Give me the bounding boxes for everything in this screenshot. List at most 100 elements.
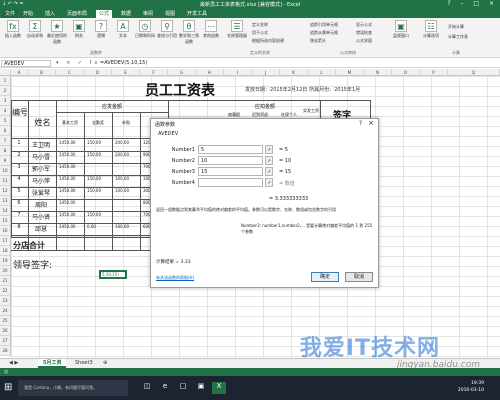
column-header[interactable]: N <box>364 69 392 76</box>
watch-window-button[interactable]: ▣ 监视窗口 <box>390 20 412 39</box>
autosum-button[interactable]: Σ 自动求和 <box>24 20 46 39</box>
tab-insert[interactable]: 插入 <box>42 10 58 18</box>
row-header[interactable]: 16 <box>0 226 11 236</box>
row-header[interactable]: 22 <box>0 286 11 296</box>
number4-input[interactable] <box>198 178 263 187</box>
full-attendance-cell[interactable]: 150.00 <box>87 152 111 157</box>
employee-no-cell[interactable]: 2 <box>13 152 25 158</box>
employee-no-cell[interactable]: 6 <box>13 200 25 206</box>
collapse-ref-icon[interactable]: ↗ <box>265 145 273 154</box>
tab-file[interactable]: 文件 <box>2 10 19 18</box>
math-button[interactable]: θ 数学和三角函数 <box>178 20 200 45</box>
row-header[interactable]: 24 <box>0 306 11 316</box>
column-header[interactable]: P <box>420 69 448 76</box>
column-header[interactable]: M <box>336 69 364 76</box>
tab-review[interactable]: 审阅 <box>140 10 156 18</box>
employee-no-cell[interactable]: 4 <box>13 176 25 182</box>
edge-icon[interactable]: e <box>158 382 172 394</box>
help-icon[interactable]: ? <box>359 120 362 127</box>
logical-button[interactable]: ? 逻辑 <box>90 20 112 39</box>
base-salary-cell[interactable]: 1450.00 <box>59 212 83 217</box>
column-header[interactable]: L <box>308 69 336 76</box>
employee-name-cell[interactable]: 郭小军 <box>30 164 52 174</box>
employee-name-cell[interactable]: 王卫明 <box>30 140 52 150</box>
row-header[interactable]: 2 <box>0 86 11 96</box>
column-header[interactable]: A <box>11 69 28 76</box>
full-attendance-cell[interactable]: 150.00 <box>87 212 111 217</box>
base-salary-cell[interactable]: 1450.00 <box>59 188 83 193</box>
row-header[interactable]: 27 <box>0 336 11 346</box>
base-salary-cell[interactable]: 1450.00 <box>59 200 83 205</box>
row-header[interactable]: 1 <box>0 76 11 86</box>
employee-name-cell[interactable]: 马小贤 <box>30 212 52 222</box>
allowance-cell[interactable]: 100.00 <box>115 176 139 181</box>
row-header[interactable]: 28 <box>0 346 11 356</box>
column-header[interactable]: E <box>112 69 140 76</box>
formula-bar-icons[interactable]: ▾ × ✓ fx <box>56 60 100 66</box>
row-header[interactable]: 6 <box>0 126 11 136</box>
row-header[interactable]: 10 <box>0 166 11 176</box>
active-cell[interactable]: 5,10,15) <box>99 270 127 279</box>
number3-input[interactable]: 15 <box>198 167 263 176</box>
row-header[interactable]: 13 <box>0 196 11 206</box>
tab-formulas[interactable]: 公式 <box>96 10 113 18</box>
sheet-tab-sheet3[interactable]: Sheet3 <box>70 359 98 368</box>
column-header[interactable]: K <box>280 69 308 76</box>
row-header[interactable]: 7 <box>0 136 11 146</box>
row-header[interactable]: 26 <box>0 326 11 336</box>
name-manager-button[interactable]: ☰ 名称管理器 <box>226 20 248 39</box>
number2-input[interactable]: 10 <box>198 156 263 165</box>
folder-icon[interactable]: □ <box>176 382 190 394</box>
allowance-cell[interactable]: 200.00 <box>115 140 139 145</box>
column-header[interactable]: F <box>140 69 168 76</box>
column-header[interactable]: Q <box>448 69 500 76</box>
windows-start-icon[interactable]: ⊞ <box>4 382 12 393</box>
insert-function-button[interactable]: fx 插入函数 <box>2 20 24 39</box>
base-salary-cell[interactable]: 1450.00 <box>59 224 83 229</box>
show-formulas-button[interactable]: 显示公式 <box>356 22 372 28</box>
employee-name-cell[interactable]: 邱慧 <box>30 224 52 234</box>
employee-no-cell[interactable]: 5 <box>13 188 25 194</box>
employee-no-cell[interactable]: 8 <box>13 224 25 230</box>
row-header[interactable]: 18 <box>0 246 11 256</box>
collapse-ref-icon[interactable]: ↗ <box>265 178 273 187</box>
help-link[interactable]: 有关该函数的帮助(H) <box>156 275 194 281</box>
sheet-tab-may-salary[interactable]: 5月工资 <box>38 359 67 368</box>
tab-page-layout[interactable]: 页面布局 <box>64 10 90 18</box>
employee-no-cell[interactable]: 3 <box>13 164 25 170</box>
full-attendance-cell[interactable]: 150.00 <box>87 188 111 193</box>
date-time-button[interactable]: ◷ 日期和时间 <box>134 20 156 39</box>
full-attendance-cell[interactable]: 150.00 <box>87 140 111 145</box>
employee-name-cell[interactable]: 张爱琴 <box>30 188 52 198</box>
collapse-ref-icon[interactable]: ↗ <box>265 156 273 165</box>
base-salary-cell[interactable]: 1450.00 <box>59 176 83 181</box>
column-header[interactable]: C <box>56 69 84 76</box>
formula-input[interactable]: =AVEDEV(5,10,15) <box>100 60 495 67</box>
full-attendance-cell[interactable]: 150.00 <box>87 176 111 181</box>
more-functions-button[interactable]: ⋯ 其他函数 <box>200 20 222 39</box>
define-name-button[interactable]: 定义名称 <box>252 22 268 28</box>
quick-access-toolbar[interactable]: ↓ ↶ ↷ = <box>2 1 24 7</box>
employee-no-cell[interactable]: 1 <box>13 140 25 146</box>
row-header[interactable]: 19 <box>0 256 11 266</box>
cancel-button[interactable]: 取消 <box>345 272 373 282</box>
row-header[interactable]: 21 <box>0 276 11 286</box>
column-header[interactable]: G <box>168 69 196 76</box>
row-header[interactable]: 8 <box>0 146 11 156</box>
row-header[interactable]: 11 <box>0 176 11 186</box>
row-header[interactable]: 17 <box>0 236 11 246</box>
text-button[interactable]: A 文本 <box>112 20 134 39</box>
recent-functions-button[interactable]: ★ 最近使用的函数 <box>46 20 68 45</box>
employee-name-cell[interactable]: 马小萍 <box>30 176 52 186</box>
financial-button[interactable]: ▣ 财务 <box>68 20 90 39</box>
trace-precedents-button[interactable]: 追踪引用单元格 <box>310 22 338 28</box>
base-salary-cell[interactable]: 1450.00 <box>59 140 83 145</box>
create-from-selection-button[interactable]: 根据所选内容创建 <box>252 38 284 44</box>
number1-input[interactable]: 5 <box>198 145 263 154</box>
column-header[interactable]: O <box>392 69 420 76</box>
task-view-icon[interactable]: ◫ <box>140 382 154 394</box>
tab-developer[interactable]: 开发工具 <box>184 10 210 18</box>
row-header[interactable]: 12 <box>0 186 11 196</box>
trace-dependents-button[interactable]: 追踪从属单元格 <box>310 30 338 36</box>
row-header[interactable]: 9 <box>0 156 11 166</box>
